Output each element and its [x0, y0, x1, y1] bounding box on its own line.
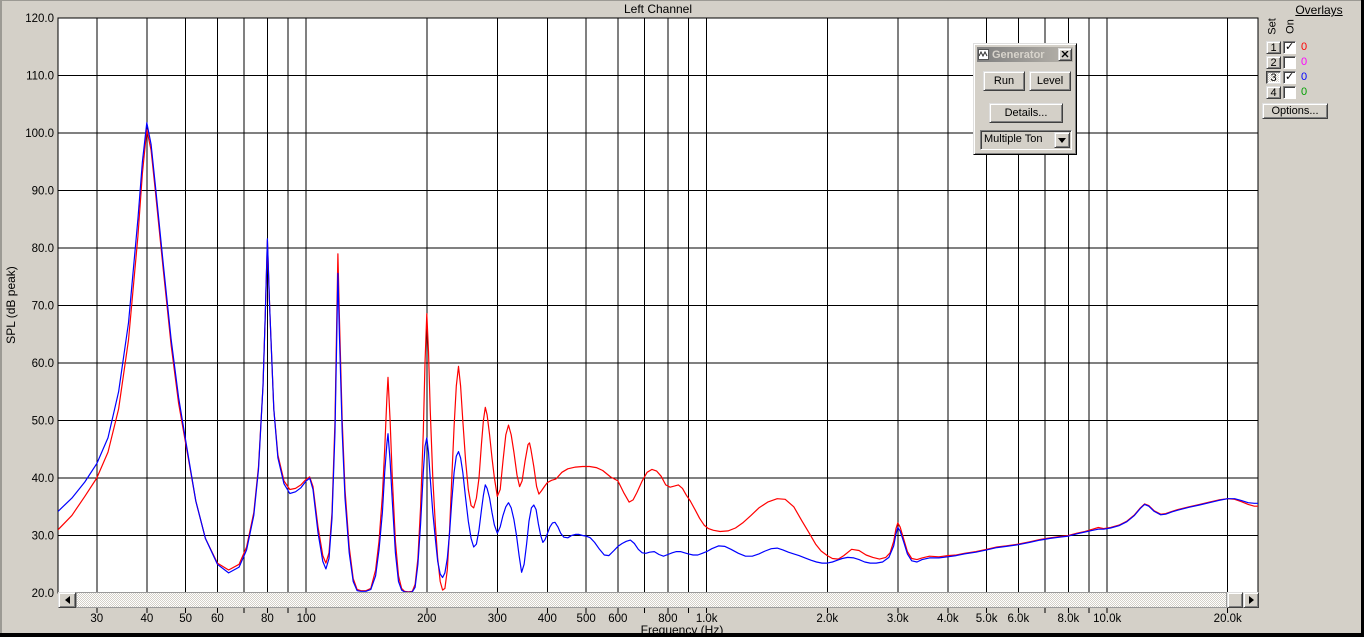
- signal-type-value: Multiple Ton: [984, 133, 1043, 145]
- y-tick-label: 90.0: [32, 186, 54, 198]
- y-tick-label: 20.0: [32, 588, 54, 600]
- y-tick-label: 60.0: [32, 358, 54, 370]
- y-axis-label: SPL (dB peak): [4, 266, 18, 344]
- overlay-set-button-1[interactable]: 1: [1266, 41, 1281, 54]
- scrollbar-track[interactable]: [76, 592, 1227, 608]
- y-tick-label: 40.0: [32, 473, 54, 485]
- overlays-on-column-label: On: [1284, 19, 1297, 34]
- y-tick-label: 120.0: [25, 13, 54, 25]
- overlay-on-checkbox-1[interactable]: ✓: [1283, 41, 1296, 54]
- y-tick-label: 100.0: [25, 128, 54, 140]
- generator-dialog-title: Generator: [992, 48, 1045, 61]
- y-tick-label: 50.0: [32, 416, 54, 428]
- analyzer-window: 120.0 110.0 100.0 90.0 80.0 70.0 60.0 50.0 40.0 3…: [0, 0, 1364, 637]
- close-icon[interactable]: [1058, 48, 1072, 61]
- arrow-left-icon: [64, 596, 70, 604]
- chart-title: Left Channel: [623, 2, 693, 16]
- details-button[interactable]: Details...: [989, 103, 1063, 123]
- overlay-value-3: 0: [1301, 71, 1308, 83]
- y-tick-label: 110.0: [26, 71, 54, 83]
- y-tick-label: 30.0: [32, 531, 54, 543]
- signal-type-combobox[interactable]: Multiple Ton: [980, 130, 1072, 150]
- options-button[interactable]: Options...: [1262, 103, 1328, 119]
- overlay-value-2: 0: [1301, 56, 1308, 68]
- generator-waveform-icon: [978, 49, 989, 60]
- scrollbar-thumb[interactable]: [1227, 592, 1243, 608]
- spectrum-chart: 120.0 110.0 100.0 90.0 80.0 70.0 60.0 50.0 40.0 3…: [25, 13, 1259, 625]
- run-button[interactable]: Run: [983, 71, 1025, 91]
- overlay-on-checkbox-3[interactable]: ✓: [1283, 71, 1296, 84]
- overlay-value-4: 0: [1301, 86, 1308, 98]
- generator-dialog: Generator Run Level Details... Multiple …: [973, 43, 1077, 155]
- window-edge-bottom: [0, 633, 1364, 637]
- scrollbar-right-arrow[interactable]: [1243, 592, 1259, 608]
- overlay-set-button-4[interactable]: 4: [1266, 86, 1281, 99]
- overlay-on-checkbox-2[interactable]: [1283, 56, 1296, 69]
- window-edge-left: [0, 0, 2, 637]
- y-tick-label: 70.0: [32, 301, 54, 313]
- overlay-set-button-3[interactable]: 3: [1266, 71, 1281, 84]
- generator-titlebar[interactable]: Generator: [977, 47, 1073, 62]
- chevron-down-icon[interactable]: [1054, 132, 1070, 148]
- window-edge-top: [0, 0, 1364, 1]
- scrollbar-left-arrow[interactable]: [58, 592, 76, 608]
- overlay-set-button-2[interactable]: 2: [1266, 56, 1281, 69]
- checkmark-icon: ✓: [1285, 71, 1295, 83]
- y-tick-label: 80.0: [32, 243, 54, 255]
- overlay-on-checkbox-4[interactable]: [1283, 86, 1296, 99]
- overlay-value-1: 0: [1301, 41, 1308, 53]
- arrow-right-icon: [1248, 596, 1254, 604]
- checkmark-icon: ✓: [1285, 41, 1295, 53]
- overlays-set-column-label: Set: [1266, 18, 1279, 35]
- level-button[interactable]: Level: [1029, 71, 1071, 91]
